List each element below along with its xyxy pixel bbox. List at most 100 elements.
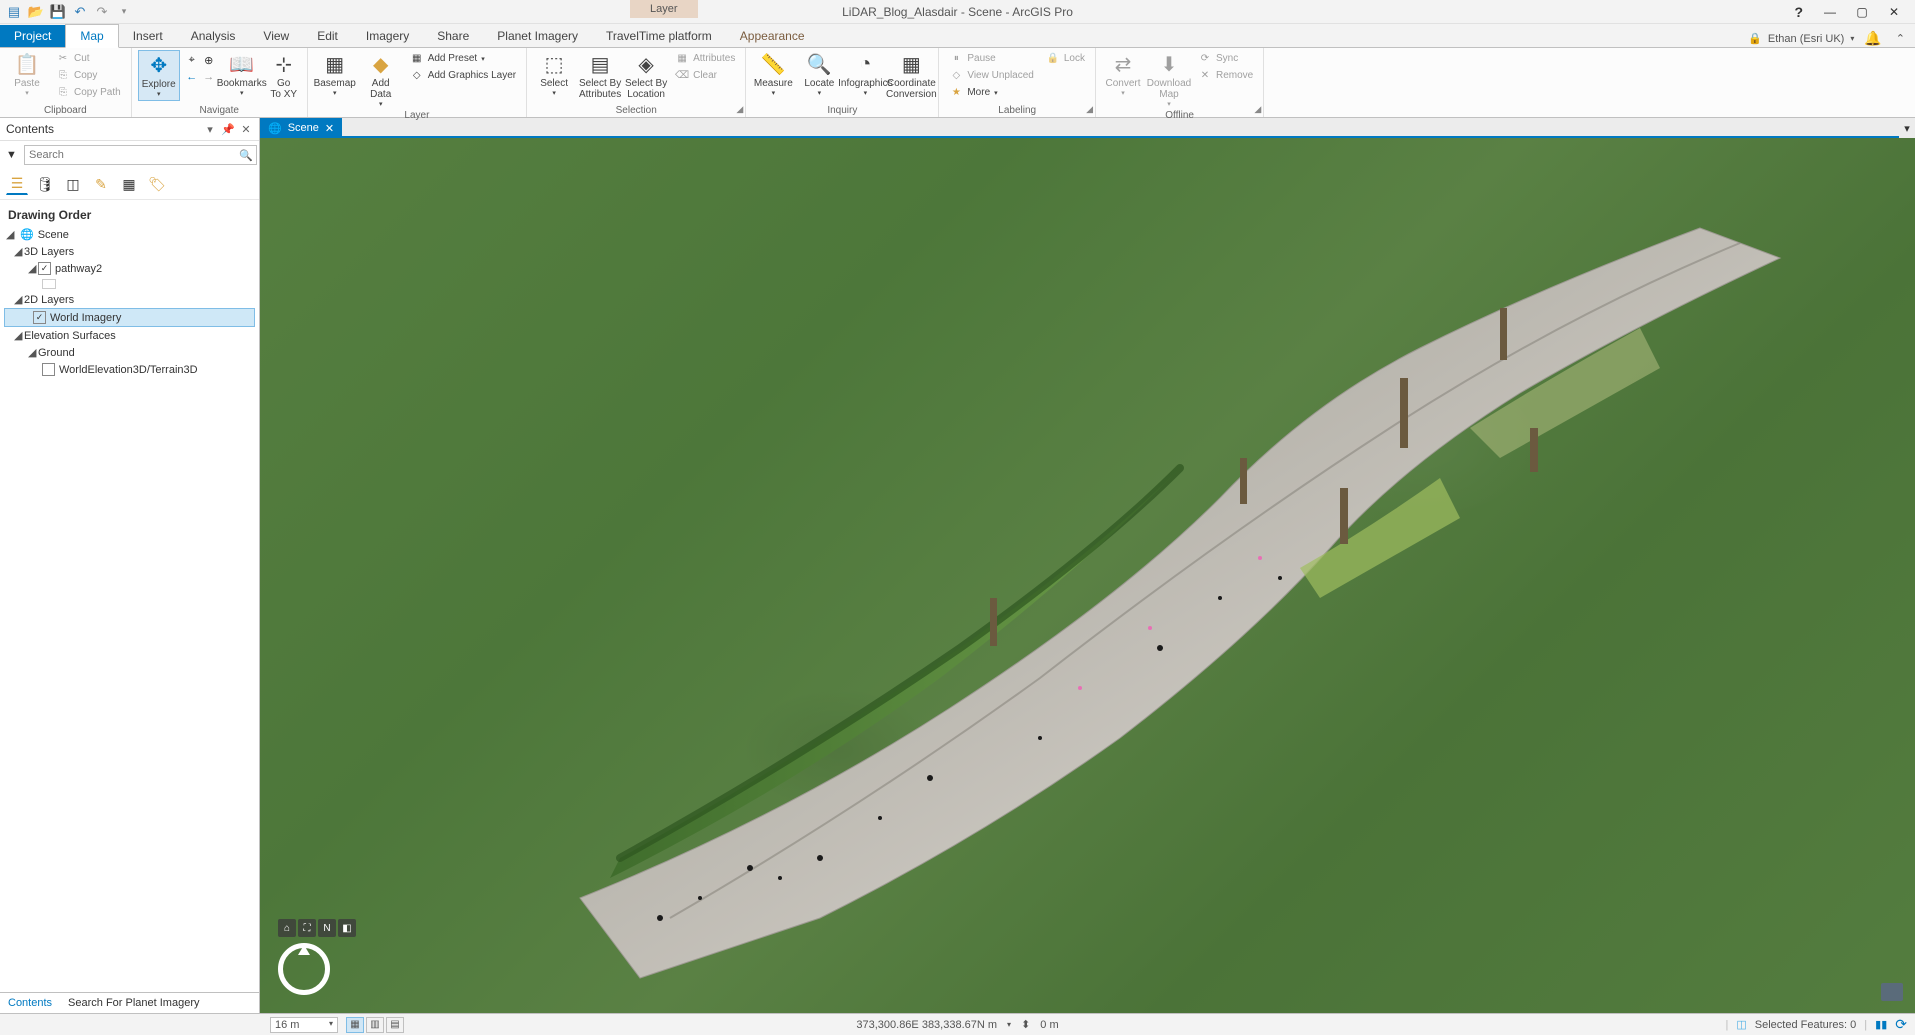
nav-north-icon[interactable]: N	[318, 919, 336, 937]
prev-extent-icon[interactable]: ←	[184, 69, 200, 85]
help-icon[interactable]: ?	[1794, 4, 1803, 20]
go-to-xy-button[interactable]: ⊹ Go To XY	[267, 50, 301, 102]
more-labeling-button[interactable]: ★More ▾	[945, 84, 1038, 101]
tree-pathway2[interactable]: ◢ ✓ pathway2	[0, 260, 259, 277]
labeling-launcher-icon[interactable]: ◢	[1086, 104, 1093, 115]
minimize-button[interactable]: —	[1815, 2, 1845, 22]
view-unplaced-button[interactable]: ◇View Unplaced	[945, 67, 1038, 84]
add-data-button[interactable]: ◆ Add Data▾	[360, 50, 402, 110]
tree-pathway2-symbol[interactable]	[0, 277, 259, 291]
tab-project[interactable]: Project	[0, 25, 65, 47]
qat-redo-icon[interactable]: ↷	[94, 4, 110, 20]
copy-button[interactable]: ⎘Copy	[52, 67, 125, 84]
tree-3d-layers[interactable]: ◢ 3D Layers	[0, 243, 259, 260]
expand-icon[interactable]: ◢	[14, 245, 24, 258]
tab-share[interactable]: Share	[423, 25, 483, 47]
user-dropdown-icon[interactable]: ▾	[1850, 34, 1854, 43]
nav-mode-icon[interactable]: ◧	[338, 919, 356, 937]
locate-button[interactable]: 🔍Locate▾	[798, 50, 840, 99]
tab-appearance[interactable]: Appearance	[726, 25, 819, 47]
popup-toggle-icon[interactable]	[1881, 983, 1903, 1001]
filter-icon[interactable]: ▼	[6, 149, 20, 161]
pause-drawing-icon[interactable]: ▮▮	[1875, 1018, 1887, 1031]
expand-icon[interactable]: ◢	[28, 262, 38, 275]
qat-customize-icon[interactable]: ▾	[116, 4, 132, 20]
bookmarks-button[interactable]: 📖 Bookmarks▾	[221, 50, 263, 99]
expand-icon[interactable]: ◢	[14, 293, 24, 306]
next-extent-icon[interactable]: →	[201, 69, 217, 85]
clear-selection-button[interactable]: ⌫Clear	[671, 67, 739, 84]
select-by-attributes-button[interactable]: ▤ Select By Attributes	[579, 50, 621, 102]
coord-conversion-button[interactable]: ▦Coordinate Conversion	[890, 50, 932, 102]
user-name[interactable]: Ethan (Esri UK)	[1768, 33, 1844, 45]
snap-grid-icon[interactable]: ▦	[346, 1017, 364, 1033]
expand-icon[interactable]: ◢	[6, 228, 16, 241]
notifications-icon[interactable]: 🔔	[1864, 30, 1881, 47]
selection-launcher-icon[interactable]: ◢	[736, 104, 743, 115]
coords-dropdown-icon[interactable]: ▾	[1007, 1020, 1011, 1029]
search-icon[interactable]: 🔍	[239, 149, 253, 162]
expand-icon[interactable]: ◢	[14, 329, 24, 342]
qat-save-icon[interactable]: 💾	[50, 4, 66, 20]
toc-tab-snapping[interactable]: ▦	[118, 173, 140, 195]
tab-analysis[interactable]: Analysis	[177, 25, 250, 47]
pause-labeling-button[interactable]: ⏸Pause	[945, 50, 1038, 67]
tree-2d-layers[interactable]: ◢ 2D Layers	[0, 291, 259, 308]
scene-canvas[interactable]: ⌂ ⛶ N ◧	[260, 138, 1915, 1013]
tab-insert[interactable]: Insert	[119, 25, 177, 47]
toc-tab-drawing-order[interactable]: ☰	[6, 173, 28, 195]
infographics-button[interactable]: ◔Infographics▾	[844, 50, 886, 99]
full-extent-icon[interactable]: ⌖	[184, 52, 200, 68]
pane-pin-icon[interactable]: 📌	[221, 122, 235, 136]
toc-tab-labeling[interactable]: 🏷	[146, 173, 168, 195]
convert-button[interactable]: ⇄Convert▾	[1102, 50, 1144, 99]
tab-edit[interactable]: Edit	[303, 25, 352, 47]
tab-view[interactable]: View	[249, 25, 303, 47]
cut-button[interactable]: ✂Cut	[52, 50, 125, 67]
bottom-tab-contents[interactable]: Contents	[0, 993, 60, 1013]
expand-icon[interactable]: ◢	[28, 346, 38, 359]
layer-checkbox[interactable]	[42, 363, 55, 376]
nav-full-icon[interactable]: ⛶	[298, 919, 316, 937]
bottom-tab-planet-search[interactable]: Search For Planet Imagery	[60, 993, 207, 1013]
explore-button[interactable]: ✥ Explore▾	[138, 50, 180, 101]
view-tab-menu-icon[interactable]: ▾	[1899, 118, 1915, 138]
ribbon-collapse-icon[interactable]: ⌃	[1896, 32, 1905, 45]
sync-button[interactable]: ⟳Sync	[1194, 50, 1257, 67]
tree-world-imagery[interactable]: ✓ World Imagery	[4, 308, 255, 327]
basemap-button[interactable]: ▦ Basemap▾	[314, 50, 356, 99]
download-map-button[interactable]: ⬇Download Map▾	[1148, 50, 1190, 110]
qat-open-icon[interactable]: 📂	[28, 4, 44, 20]
compass-icon[interactable]	[278, 943, 330, 995]
refresh-icon[interactable]: ⟳	[1895, 1016, 1907, 1033]
paste-button[interactable]: 📋 Paste▾	[6, 50, 48, 99]
view-tab-close-icon[interactable]: ✕	[325, 122, 334, 135]
layer-checkbox[interactable]: ✓	[33, 311, 46, 324]
qat-undo-icon[interactable]: ↶	[72, 4, 88, 20]
fixed-zoom-in-icon[interactable]: ⊕	[201, 52, 217, 68]
copy-path-button[interactable]: ⎘Copy Path	[52, 84, 125, 101]
layer-checkbox[interactable]: ✓	[38, 262, 51, 275]
nav-home-icon[interactable]: ⌂	[278, 919, 296, 937]
tab-planet-imagery[interactable]: Planet Imagery	[483, 25, 592, 47]
attributes-button[interactable]: ▦Attributes	[671, 50, 739, 67]
contents-search-input[interactable]	[24, 145, 257, 165]
measure-button[interactable]: 📏Measure▾	[752, 50, 794, 99]
scale-combo[interactable]: 16 m▾	[270, 1017, 338, 1033]
select-by-location-button[interactable]: ◈ Select By Location	[625, 50, 667, 102]
tree-terrain3d[interactable]: WorldElevation3D/Terrain3D	[0, 361, 259, 378]
tab-traveltime[interactable]: TravelTime platform	[592, 25, 726, 47]
add-graphics-layer-button[interactable]: ◇Add Graphics Layer	[406, 67, 520, 84]
remove-button[interactable]: ✕Remove	[1194, 67, 1257, 84]
tab-imagery[interactable]: Imagery	[352, 25, 423, 47]
status-selected-features[interactable]: Selected Features: 0	[1755, 1019, 1857, 1031]
toc-tab-editing[interactable]: ✎	[90, 173, 112, 195]
maximize-button[interactable]: ▢	[1847, 2, 1877, 22]
pane-close-icon[interactable]: ✕	[239, 122, 253, 136]
lock-labeling-button[interactable]: 🔒Lock	[1042, 50, 1089, 67]
add-preset-button[interactable]: ▦Add Preset ▾	[406, 50, 520, 67]
tree-elevation-surfaces[interactable]: ◢ Elevation Surfaces	[0, 327, 259, 344]
tree-scene[interactable]: ◢ 🌐 Scene	[0, 226, 259, 243]
pane-menu-icon[interactable]: ▾	[203, 122, 217, 136]
select-button[interactable]: ⬚ Select▾	[533, 50, 575, 99]
